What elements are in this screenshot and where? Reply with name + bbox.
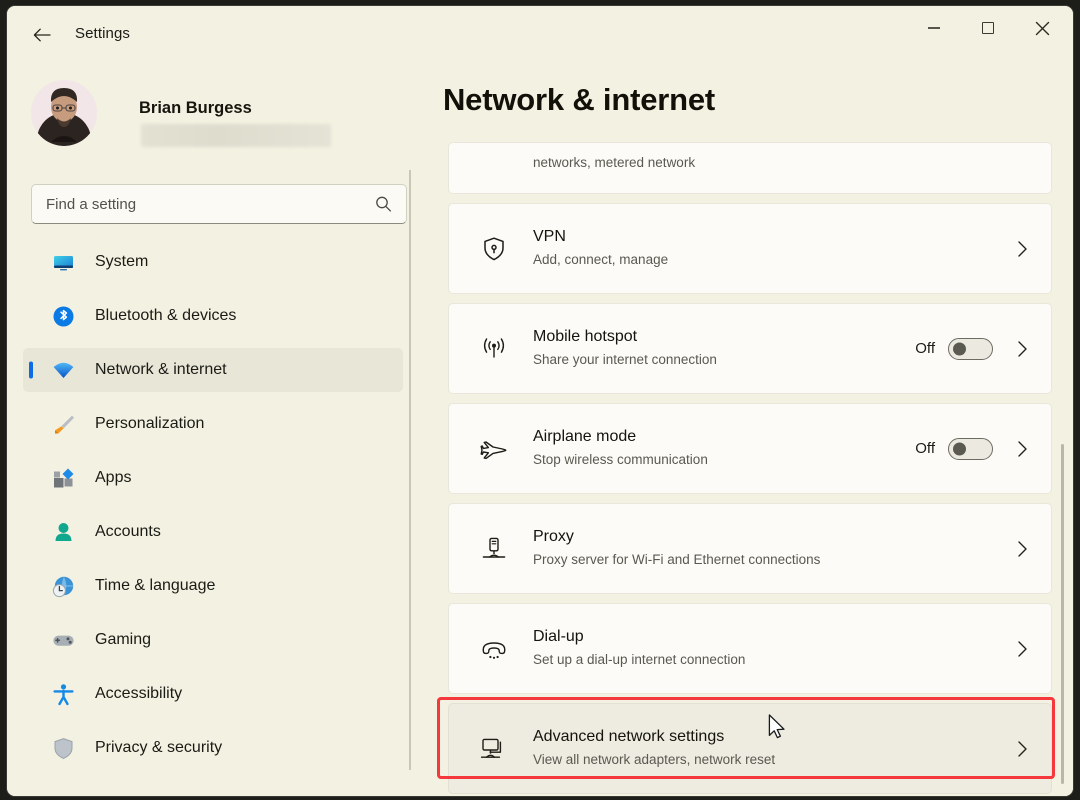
settings-card-mobile-hotspot[interactable]: Mobile hotspot Share your internet conne… (448, 303, 1052, 394)
minimize-button[interactable] (911, 6, 957, 50)
mobile-hotspot-toggle[interactable] (948, 338, 993, 360)
page-title: Network & internet (443, 82, 715, 118)
card-title: Mobile hotspot (533, 326, 717, 347)
sidebar-divider (409, 170, 411, 770)
sidebar-item-apps[interactable]: Apps (23, 456, 403, 500)
settings-window: Settings (6, 5, 1074, 797)
maximize-button[interactable] (965, 6, 1011, 50)
chevron-right-icon[interactable] (1016, 340, 1029, 358)
card-subtitle: Add, connect, manage (533, 250, 668, 270)
sidebar-item-label: Apps (95, 469, 131, 487)
sidebar-item-label: Gaming (95, 631, 151, 649)
wifi-icon (49, 359, 77, 382)
card-subtitle: Share your internet connection (533, 350, 717, 370)
sidebar-item-gaming[interactable]: Gaming (23, 618, 403, 662)
sidebar-nav: System Bluetooth & devices (23, 240, 403, 780)
settings-card-dial-up[interactable]: Dial-up Set up a dial-up internet connec… (448, 603, 1052, 694)
scrollbar-thumb[interactable] (1061, 444, 1064, 784)
toggle-knob (953, 342, 966, 355)
sidebar-item-label: Time & language (95, 577, 215, 595)
gamepad-icon (49, 629, 77, 652)
close-button[interactable] (1019, 6, 1065, 50)
profile-email-redacted (141, 124, 331, 147)
sidebar-item-accounts[interactable]: Accounts (23, 510, 403, 554)
toggle-knob (953, 442, 966, 455)
settings-card-airplane-mode[interactable]: Airplane mode Stop wireless communicatio… (448, 403, 1052, 494)
sidebar-item-label: Privacy & security (95, 739, 222, 757)
back-button[interactable] (25, 20, 59, 50)
sidebar-item-bluetooth-devices[interactable]: Bluetooth & devices (23, 294, 403, 338)
card-subtitle: Proxy server for Wi-Fi and Ethernet conn… (533, 550, 820, 570)
toggle-state-label: Off (915, 440, 935, 457)
shield-icon (49, 737, 77, 760)
bluetooth-icon (49, 305, 77, 328)
person-icon (49, 521, 77, 544)
selection-accent (29, 362, 33, 379)
sidebar-item-personalization[interactable]: Personalization (23, 402, 403, 446)
sidebar-item-label: System (95, 253, 148, 271)
proxy-server-icon (479, 534, 509, 564)
airplane-icon (479, 434, 509, 464)
clock-globe-icon (49, 575, 77, 598)
vpn-shield-icon (479, 234, 509, 264)
back-arrow-icon (32, 27, 52, 43)
card-title: Dial-up (533, 626, 745, 647)
settings-card-advanced-network-settings[interactable]: Advanced network settings View all netwo… (448, 703, 1052, 794)
toggle-state-label: Off (915, 340, 935, 357)
chevron-right-icon[interactable] (1016, 540, 1029, 558)
card-title: Advanced network settings (533, 726, 775, 747)
close-icon (1035, 21, 1050, 36)
search-icon (375, 196, 392, 213)
chevron-right-icon[interactable] (1016, 240, 1029, 258)
paintbrush-icon (49, 413, 77, 436)
chevron-right-icon[interactable] (1016, 740, 1029, 758)
sidebar-item-label: Personalization (95, 415, 204, 433)
minimize-icon (928, 27, 940, 29)
card-subtitle: View all network adapters, network reset (533, 750, 775, 770)
search-box[interactable]: Find a setting (31, 184, 407, 224)
app-title: Settings (75, 25, 130, 42)
settings-card-proxy[interactable]: Proxy Proxy server for Wi-Fi and Etherne… (448, 503, 1052, 594)
search-input[interactable]: Find a setting (46, 185, 346, 223)
card-title: Proxy (533, 526, 820, 547)
avatar (31, 80, 97, 146)
profile-name: Brian Burgess (139, 99, 252, 118)
card-title: Airplane mode (533, 426, 708, 447)
hotspot-antenna-icon (479, 334, 509, 364)
monitor-icon (49, 251, 77, 274)
accessibility-icon (49, 683, 77, 706)
airplane-mode-toggle[interactable] (948, 438, 993, 460)
sidebar-item-network-internet[interactable]: Network & internet (23, 348, 403, 392)
sidebar-item-label: Accessibility (95, 685, 182, 703)
chevron-right-icon[interactable] (1016, 640, 1029, 658)
network-computer-icon (479, 734, 509, 764)
sidebar-item-privacy-security[interactable]: Privacy & security (23, 726, 403, 770)
sidebar-item-system[interactable]: System (23, 240, 403, 284)
chevron-right-icon[interactable] (1016, 440, 1029, 458)
sidebar-item-label: Network & internet (95, 361, 227, 379)
sidebar-item-accessibility[interactable]: Accessibility (23, 672, 403, 716)
telephone-handset-icon (479, 634, 509, 664)
card-subtitle: networks, metered network (533, 155, 695, 170)
card-subtitle: Set up a dial-up internet connection (533, 650, 745, 670)
sidebar-item-label: Accounts (95, 523, 161, 541)
sidebar-item-label: Bluetooth & devices (95, 307, 236, 325)
scrollbar-track[interactable] (1057, 154, 1069, 794)
title-bar: Settings (7, 6, 1073, 58)
settings-card-wifi-partial[interactable]: networks, metered network (448, 142, 1052, 194)
main-content: Network & internet networks, metered net… (415, 58, 1074, 797)
card-title: VPN (533, 226, 668, 247)
settings-card-list: networks, metered network VPN Add, conne… (448, 142, 1052, 797)
apps-icon (49, 467, 77, 490)
toggle-group: Off (915, 438, 993, 460)
user-profile[interactable]: Brian Burgess (31, 80, 371, 164)
card-subtitle: Stop wireless communication (533, 450, 708, 470)
sidebar: Brian Burgess Find a setting (7, 58, 415, 797)
sidebar-item-time-language[interactable]: Time & language (23, 564, 403, 608)
settings-card-vpn[interactable]: VPN Add, connect, manage (448, 203, 1052, 294)
maximize-icon (982, 22, 994, 34)
toggle-group: Off (915, 338, 993, 360)
